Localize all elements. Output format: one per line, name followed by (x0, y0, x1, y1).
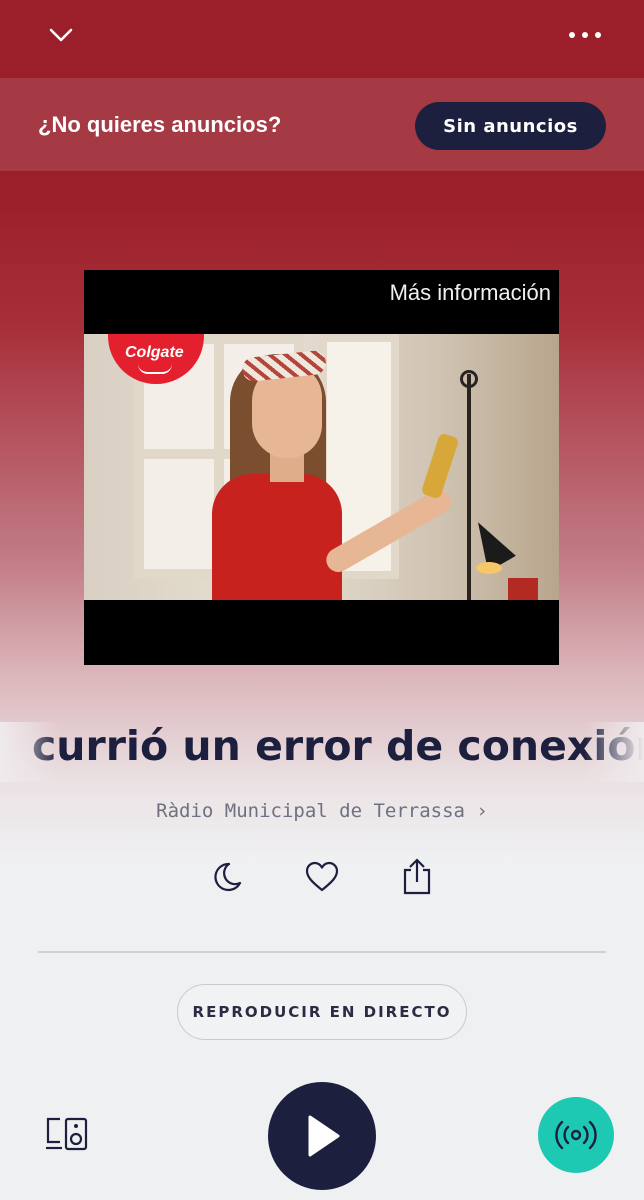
station-link[interactable]: Ràdio Municipal de Terrassa › (0, 800, 644, 822)
video-ad[interactable]: Más información Colgate (84, 270, 559, 665)
live-broadcast-icon (555, 1120, 597, 1150)
divider (38, 951, 606, 953)
lamp-image (467, 374, 471, 600)
track-title: currió un error de conexión (32, 722, 644, 770)
ad-banner-question: ¿No quieres anuncios? (38, 112, 282, 137)
more-info-link[interactable]: Más información (390, 280, 551, 306)
play-live-button[interactable]: REPRODUCIR EN DIRECTO (177, 984, 467, 1040)
sleep-timer-icon[interactable] (205, 855, 249, 899)
play-button[interactable] (268, 1082, 376, 1190)
remove-ads-button[interactable]: Sin anuncios (415, 102, 606, 150)
video-frame[interactable]: Colgate (84, 334, 559, 600)
play-icon (308, 1115, 340, 1157)
live-broadcast-button[interactable] (538, 1097, 614, 1173)
speaker-devices-icon[interactable] (44, 1116, 92, 1160)
track-title-marquee: currió un error de conexión (0, 722, 644, 782)
chevron-down-icon[interactable] (44, 18, 78, 52)
share-icon[interactable] (395, 855, 439, 899)
top-bar (0, 0, 644, 78)
more-options-icon[interactable] (560, 18, 610, 52)
favorite-icon[interactable] (300, 855, 344, 899)
